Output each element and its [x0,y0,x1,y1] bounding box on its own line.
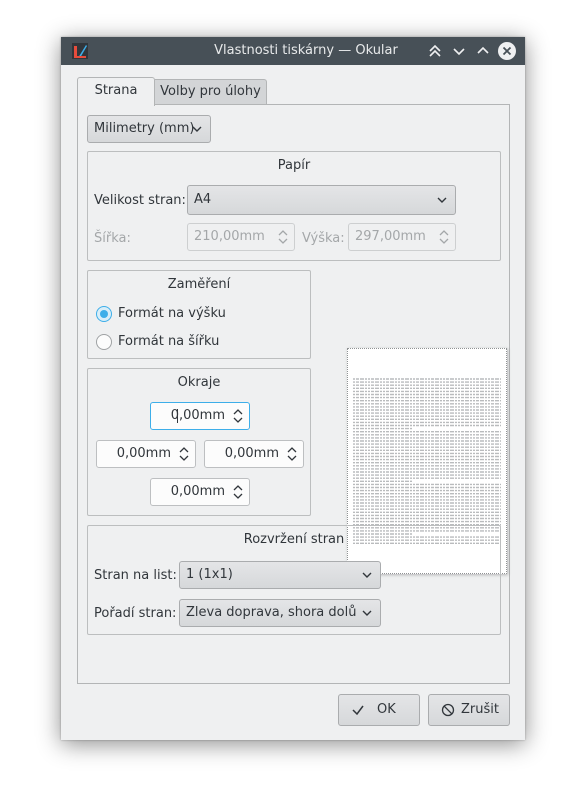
page-size-combo[interactable]: A4 [187,185,456,215]
pages-per-sheet-label: Stran na list: [94,568,177,583]
spin-arrows-icon[interactable] [286,445,298,463]
chevron-down-icon [192,126,202,132]
margin-bottom-spinbox[interactable]: 0,00mm [150,478,250,506]
chevron-down-icon [362,610,372,616]
tab-page[interactable]: Strana [77,77,155,106]
portrait-label: Formát na výšku [118,306,226,321]
margin-left-value: 0,00mm [116,446,171,461]
margins-group-title: Okraje [177,375,221,390]
portrait-radio-option[interactable]: Formát na výšku [96,306,296,324]
chevron-down-icon [362,572,372,578]
width-label: Šířka: [94,231,131,246]
okular-app-icon [72,43,88,59]
cancel-icon [441,703,455,717]
landscape-radio[interactable] [96,334,112,350]
margin-top-value: 0,00mm [170,408,225,423]
close-icon [502,46,512,56]
pages-per-sheet-value: 1 (1x1) [186,567,233,582]
width-spinbox: 210,00mm [187,223,295,251]
page-size-value: A4 [194,192,212,207]
page-order-value: Zleva doprava, shora dolů [186,605,357,620]
cancel-button[interactable]: Zrušit [428,694,510,726]
height-label: Výška: [302,231,345,246]
ok-button[interactable]: OK [338,694,420,726]
margin-bottom-value: 0,00mm [170,484,225,499]
orientation-group: Zaměření Formát na výšku Formát na šířku [87,270,311,359]
page-order-label: Pořadí stran: [94,606,177,621]
pages-per-sheet-combo[interactable]: 1 (1x1) [179,561,381,589]
margin-left-spinbox[interactable]: 0,00mm [96,440,196,468]
height-spinbox: 297,00mm [348,223,456,251]
chevron-down-icon [437,197,447,203]
paper-group-title: Papír [277,158,311,173]
margins-group: Okraje 0,00mm 0,00mm 0,00mm 0,00mm [87,368,311,516]
units-combo-value: Milimetry (mm) [94,121,195,136]
minimize-icon[interactable] [449,41,469,61]
window-title: Vlastnosti tiskárny — Okular [214,43,398,58]
page-order-combo[interactable]: Zleva doprava, shora dolů [179,599,381,627]
spin-arrows-icon [439,230,449,244]
page-layout-group: Rozvržení stran Stran na list: 1 (1x1) P… [87,525,501,635]
page-layout-group-title: Rozvržení stran [243,532,345,547]
maximize-icon[interactable] [473,41,493,61]
page-size-label: Velikost stran: [94,193,186,208]
spin-arrows-icon [278,230,288,244]
title-bar[interactable]: Vlastnosti tiskárny — Okular [61,37,525,65]
landscape-label: Formát na šířku [118,334,220,349]
paper-group: Papír Velikost stran: A4 Šířka: 210,00mm… [87,151,501,261]
portrait-radio[interactable] [96,306,112,322]
close-button[interactable] [497,41,517,61]
checkmark-icon [352,705,364,716]
margin-top-spinbox[interactable]: 0,00mm [150,402,250,430]
ok-button-label: OK [377,702,396,717]
keep-above-icon[interactable] [425,41,445,61]
tab-job-options[interactable]: Volby pro úlohy [155,79,267,105]
page-tab-panel: Milimetry (mm) Papír Velikost stran: A4 … [77,104,510,684]
units-combo[interactable]: Milimetry (mm) [87,115,211,143]
spin-arrows-icon[interactable] [232,483,244,501]
print-properties-dialog: Vlastnosti tiskárny — Okular Strana Volb… [61,37,525,740]
cancel-button-label: Zrušit [461,702,499,717]
orientation-group-title: Zaměření [167,277,231,292]
spin-arrows-icon[interactable] [232,407,244,425]
margin-right-value: 0,00mm [224,446,279,461]
height-value: 297,00mm [355,229,426,244]
landscape-radio-option[interactable]: Formát na šířku [96,334,296,352]
width-value: 210,00mm [194,229,265,244]
margin-right-spinbox[interactable]: 0,00mm [204,440,304,468]
spin-arrows-icon[interactable] [178,445,190,463]
